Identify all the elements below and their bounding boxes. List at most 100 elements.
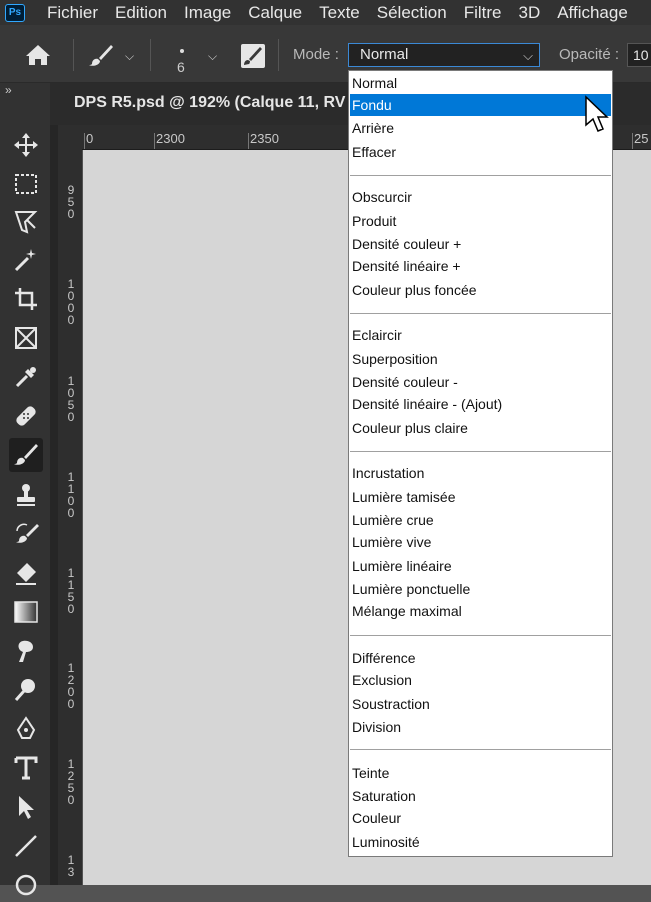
ruler-tick — [632, 133, 633, 149]
menu-bar: Ps Fichier Edition Image Calque Texte Sé… — [0, 0, 651, 25]
blend-mode-option[interactable]: Teinte — [350, 762, 611, 784]
dodge-tool-icon[interactable] — [9, 673, 43, 707]
collapse-panel-icon[interactable]: » — [5, 83, 12, 97]
menu-3d[interactable]: 3D — [518, 3, 540, 23]
line-tool-icon[interactable] — [9, 829, 43, 863]
menu-filtre[interactable]: Filtre — [464, 3, 502, 23]
blend-mode-option[interactable]: Soustraction — [350, 693, 611, 715]
brush-size-value[interactable]: 6 — [177, 59, 185, 75]
chevron-down-icon[interactable]: ⌵ — [208, 49, 217, 64]
ruler-label: 1200 — [67, 661, 75, 711]
separator — [150, 39, 151, 71]
blend-mode-option[interactable]: Lumière linéaire — [350, 555, 611, 577]
menu-separator — [350, 313, 611, 314]
gradient-tool-icon[interactable] — [9, 595, 43, 629]
eyedropper-tool-icon[interactable] — [9, 360, 43, 394]
blend-mode-option[interactable]: Couleur plus foncée — [350, 279, 611, 301]
ruler-label: 25 — [634, 131, 649, 146]
shape-tool-icon[interactable] — [9, 868, 43, 902]
menu-image[interactable]: Image — [184, 3, 231, 23]
blend-mode-option[interactable]: Luminosité — [350, 831, 611, 853]
blend-mode-option[interactable]: Division — [350, 716, 611, 738]
blend-mode-option[interactable]: Arrière — [350, 117, 611, 139]
clone-stamp-tool-icon[interactable] — [9, 478, 43, 512]
brush-preset-icon[interactable] — [88, 43, 114, 72]
blend-mode-option[interactable]: Lumière vive — [350, 531, 611, 553]
blend-mode-option[interactable]: Produit — [350, 210, 611, 232]
blend-mode-value: Normal — [360, 46, 409, 63]
blend-mode-option[interactable]: Incrustation — [350, 462, 611, 484]
home-icon[interactable] — [25, 44, 51, 71]
blend-mode-dropdown: Normal Fondu Arrière Effacer Obscurcir P… — [348, 70, 613, 857]
menu-separator — [350, 749, 611, 750]
blend-mode-option[interactable]: Densité linéaire - (Ajout) — [350, 393, 611, 415]
mouse-cursor-icon — [585, 95, 609, 132]
blend-mode-option[interactable]: Lumière ponctuelle — [350, 578, 611, 600]
chevron-down-icon[interactable]: ⌵ — [125, 49, 134, 64]
blend-mode-option[interactable]: Eclaircir — [350, 324, 611, 346]
magic-wand-tool-icon[interactable] — [9, 243, 43, 277]
smudge-tool-icon[interactable] — [9, 634, 43, 668]
lasso-tool-icon[interactable] — [9, 204, 43, 238]
ruler-tick — [84, 133, 85, 149]
brush-settings-icon[interactable] — [240, 43, 266, 74]
panel-gutter — [50, 125, 58, 885]
ruler-label: 950 — [67, 183, 75, 221]
history-brush-tool-icon[interactable] — [9, 517, 43, 551]
ruler-label: 1150 — [67, 566, 75, 616]
menu-separator — [350, 635, 611, 636]
separator — [278, 39, 279, 71]
blend-mode-option[interactable]: Densité linéaire + — [350, 255, 611, 277]
frame-tool-icon[interactable] — [9, 321, 43, 355]
chevron-down-icon: ⌵ — [523, 48, 533, 63]
blend-mode-select[interactable]: Normal ⌵ — [348, 43, 540, 67]
menu-calque[interactable]: Calque — [248, 3, 302, 23]
move-tool-icon[interactable] — [9, 128, 43, 162]
menu-edition[interactable]: Edition — [115, 3, 167, 23]
blend-mode-option[interactable]: Densité couleur + — [350, 233, 611, 255]
blend-mode-option[interactable]: Exclusion — [350, 669, 611, 691]
menu-fichier[interactable]: Fichier — [47, 3, 98, 23]
brush-tip-icon — [179, 41, 185, 59]
menu-affichage[interactable]: Affichage — [557, 3, 628, 23]
mode-label: Mode : — [293, 46, 339, 63]
opacity-input[interactable]: 10 — [627, 43, 651, 67]
opacity-label: Opacité : — [559, 46, 620, 63]
tools-panel: » — [0, 83, 50, 896]
document-tab-title[interactable]: DPS R5.psd @ 192% (Calque 11, RV — [74, 94, 345, 112]
blend-mode-option[interactable]: Saturation — [350, 785, 611, 807]
menu-separator — [350, 451, 611, 452]
ruler-label: 1100 — [67, 470, 75, 520]
eraser-tool-icon[interactable] — [9, 556, 43, 590]
blend-mode-option[interactable]: Différence — [350, 647, 611, 669]
healing-brush-tool-icon[interactable] — [9, 399, 43, 433]
menu-separator — [350, 175, 611, 176]
blend-mode-option[interactable]: Lumière tamisée — [350, 486, 611, 508]
photoshop-logo: Ps — [5, 3, 25, 22]
ruler-label: 1000 — [67, 277, 75, 327]
blend-mode-option-selected[interactable]: Fondu — [350, 94, 611, 116]
type-tool-icon[interactable] — [9, 751, 43, 785]
blend-mode-option[interactable]: Couleur plus claire — [350, 417, 611, 439]
ruler-label: 1250 — [67, 757, 75, 807]
blend-mode-option[interactable]: Obscurcir — [350, 186, 611, 208]
vertical-ruler[interactable]: 950 1000 1050 1100 1150 1200 1250 13 — [58, 149, 82, 885]
menu-selection[interactable]: Sélection — [377, 3, 447, 23]
blend-mode-option[interactable]: Densité couleur - — [350, 371, 611, 393]
brush-tool-icon[interactable] — [9, 438, 43, 472]
ruler-tick — [248, 133, 249, 149]
blend-mode-option[interactable]: Normal — [350, 72, 611, 94]
path-selection-tool-icon[interactable] — [9, 790, 43, 824]
ruler-label: 13 — [67, 853, 75, 879]
blend-mode-option[interactable]: Superposition — [350, 348, 611, 370]
pen-tool-icon[interactable] — [9, 712, 43, 746]
marquee-tool-icon[interactable] — [9, 167, 43, 201]
crop-tool-icon[interactable] — [9, 282, 43, 316]
menu-texte[interactable]: Texte — [319, 3, 360, 23]
blend-mode-option[interactable]: Effacer — [350, 141, 611, 163]
ruler-label: 1050 — [67, 374, 75, 424]
blend-mode-option[interactable]: Lumière crue — [350, 509, 611, 531]
blend-mode-option[interactable]: Couleur — [350, 807, 611, 829]
ruler-label: 0 — [86, 131, 94, 146]
blend-mode-option[interactable]: Mélange maximal — [350, 600, 611, 622]
